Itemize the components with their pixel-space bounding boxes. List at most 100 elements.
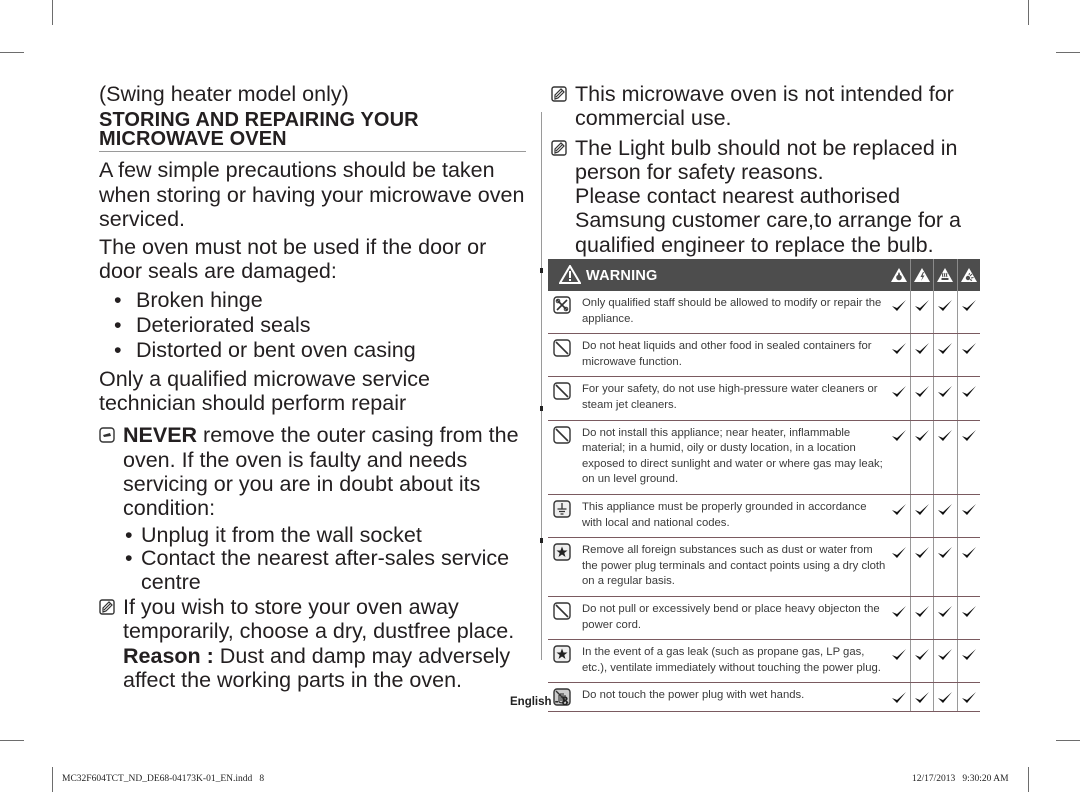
checkmark-icon (956, 538, 981, 596)
warning-table: WARNING Only qualified staff should be a… (548, 259, 981, 713)
list-item: Deteriorated seals (99, 313, 529, 338)
row-checks (888, 683, 981, 712)
page-number: English - 8 (510, 696, 569, 708)
table-row: Do not pull or excessively bend or place… (548, 596, 981, 641)
list-item: Broken hinge (99, 288, 529, 313)
divider-tick (540, 538, 543, 543)
storage-note: If you wish to store your oven away temp… (99, 595, 529, 692)
row-checks (888, 291, 981, 334)
explosion-hazard-icon (956, 259, 981, 291)
table-row: Do not install this appliance; near heat… (548, 420, 981, 495)
row-text: For your safety, do not use high-pressur… (582, 383, 878, 411)
checkmark-icon (933, 538, 957, 596)
no-disassembly-icon (548, 291, 582, 333)
note1-text: This microwave oven is not intended for … (575, 82, 954, 131)
star-icon (548, 640, 582, 682)
row-checks (888, 640, 981, 683)
caution-icon (99, 427, 115, 444)
crop-mark (1056, 740, 1080, 741)
hazard-icons (888, 259, 981, 291)
checkmark-icon (888, 334, 910, 376)
note2-text: The Light bulb should not be replaced in… (575, 135, 958, 184)
row-text: In the event of a gas leak (such as prop… (582, 646, 881, 674)
list-item: Unplug it from the wall socket (99, 523, 529, 548)
row-checks (888, 596, 981, 640)
table-row: Do not heat liquids and other food in se… (548, 334, 981, 378)
subtitle: (Swing heater model only) (99, 82, 349, 106)
checkmark-icon (933, 334, 957, 377)
reason-label: Reason : (123, 643, 214, 668)
row-checks (888, 538, 981, 596)
checkmark-icon (933, 291, 957, 334)
checkmark-icon (909, 640, 934, 683)
table-row: Only qualified staff should be allowed t… (548, 291, 981, 335)
row-text: Do not heat liquids and other food in se… (582, 340, 872, 368)
checkmark-icon (956, 640, 981, 683)
door-warning-paragraph: The oven must not be used if the door or… (99, 235, 487, 284)
action-list: Unplug it from the wall socket Contact t… (99, 523, 529, 595)
warning-triangle-icon (559, 265, 581, 284)
table-row: Remove all foreign substances such as du… (548, 538, 980, 597)
table-row: Do not touch the power plug with wet han… (548, 683, 981, 713)
checkmark-icon (909, 494, 934, 538)
checkmark-icon (909, 538, 934, 596)
crop-mark (1056, 52, 1080, 53)
checkmark-icon (888, 683, 910, 711)
intro-paragraph: A few simple precautions should be taken… (99, 158, 525, 231)
electric-shock-icon (909, 259, 934, 291)
checkmark-icon (956, 494, 981, 538)
checkmark-icon (933, 420, 957, 494)
checkmark-icon (888, 538, 910, 596)
checkmark-icon (909, 377, 934, 420)
checkmark-icon (956, 334, 981, 377)
crop-mark (52, 767, 53, 792)
note2-continued: Please contact nearest authorised Samsun… (575, 184, 961, 257)
damage-list: Broken hinge Deteriorated seals Distorte… (99, 288, 529, 363)
checkmark-icon (909, 334, 934, 377)
crop-mark (0, 740, 24, 741)
row-checks (888, 420, 981, 494)
storage-text: If you wish to store your oven away temp… (123, 595, 515, 644)
crop-mark (1028, 0, 1029, 25)
checkmark-icon (956, 420, 981, 494)
note-icon (551, 86, 567, 102)
checkmark-icon (909, 420, 934, 494)
checkmark-icon (933, 494, 957, 538)
slug-filename: MC32F604TCT_ND_DE68-04173K-01_EN.indd 8 (62, 774, 265, 784)
row-text: Only qualified staff should be allowed t… (582, 297, 882, 325)
checkmark-icon (888, 291, 910, 333)
row-text: This appliance must be properly grounded… (582, 500, 867, 529)
checkmark-icon (888, 495, 910, 537)
light-bulb-note: The Light bulb should not be replaced in… (551, 136, 981, 257)
checkmark-icon (933, 377, 957, 420)
row-text: Do not install this appliance; near heat… (582, 426, 883, 486)
divider-tick (540, 268, 543, 273)
checkmark-icon (888, 597, 910, 639)
checkmark-icon (956, 683, 981, 712)
crop-mark (0, 52, 24, 53)
checkmark-icon (888, 377, 910, 419)
note-icon (99, 599, 115, 615)
warning-title: WARNING (586, 268, 658, 284)
ground-icon (548, 495, 582, 537)
star-icon (548, 538, 582, 596)
note-icon (551, 139, 567, 156)
technician-paragraph: Only a qualified microwave service techn… (99, 366, 430, 416)
prohibited-icon (548, 597, 582, 639)
commercial-use-note: This microwave oven is not intended for … (551, 82, 981, 131)
checkmark-icon (956, 291, 981, 334)
table-row: In the event of a gas leak (such as prop… (548, 640, 981, 684)
warning-rows: Only qualified staff should be allowed t… (548, 291, 981, 713)
checkmark-icon (933, 640, 957, 683)
table-row: This appliance must be properly grounded… (548, 494, 981, 539)
prohibited-icon (548, 334, 582, 376)
crop-mark (52, 0, 53, 25)
row-text: Remove all foreign substances such as du… (582, 544, 886, 588)
row-checks (888, 377, 981, 420)
column-divider (541, 112, 542, 660)
checkmark-icon (909, 596, 934, 640)
checkmark-icon (956, 377, 981, 420)
never-note: NEVER remove the outer casing from the o… (99, 423, 529, 520)
never-label: NEVER (123, 423, 198, 448)
checkmark-icon (888, 640, 910, 682)
